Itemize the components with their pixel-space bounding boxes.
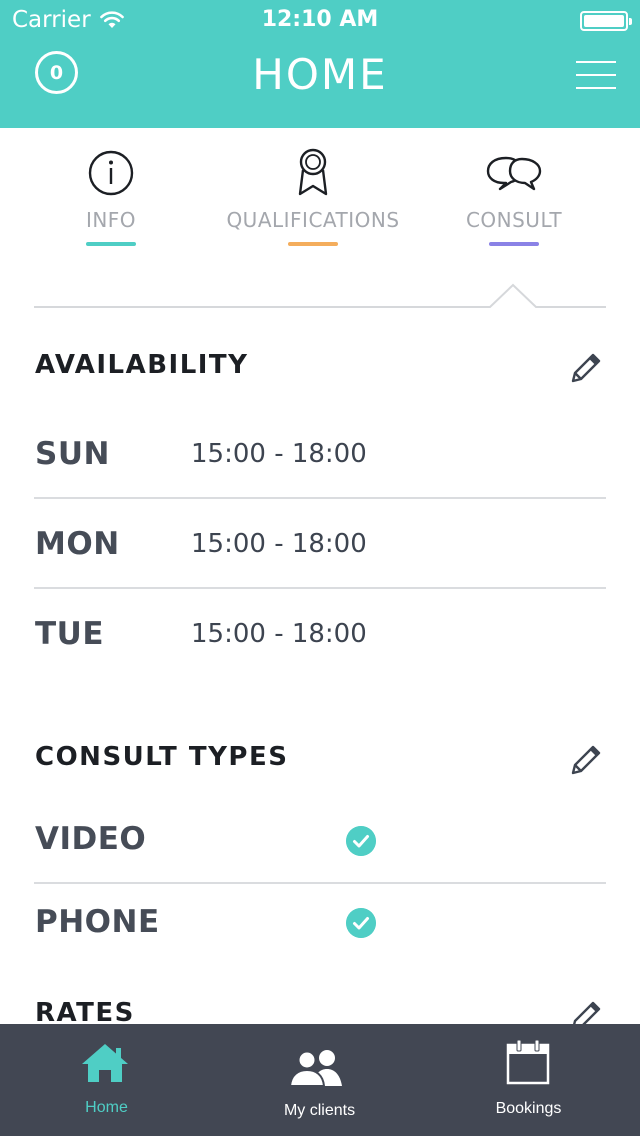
status-time: 12:10 AM	[261, 7, 379, 32]
availability-row-tue: TUE 15:00 - 18:00	[34, 589, 606, 679]
nav-home-label: Home	[85, 1099, 128, 1116]
edit-availability-icon[interactable]	[568, 350, 604, 386]
battery-icon	[580, 11, 632, 31]
ribbon-icon	[298, 148, 328, 196]
hours-value: 15:00 - 18:00	[191, 619, 367, 649]
nav-item-my-clients[interactable]: My clients	[213, 1024, 426, 1136]
tab-qualifications-label: QUALIFICATIONS	[226, 208, 400, 232]
consult-type-row-phone: PHONE	[34, 877, 606, 967]
app-header: Carrier 12:10 AM 0 HOME	[0, 0, 640, 128]
hours-value: 15:00 - 18:00	[191, 439, 367, 469]
consult-types-title: CONSULT TYPES	[35, 742, 289, 772]
day-label: MON	[35, 526, 120, 562]
page-title: HOME	[252, 50, 388, 99]
hours-value: 15:00 - 18:00	[191, 529, 367, 559]
check-circle-icon[interactable]	[346, 908, 376, 938]
availability-row-mon: MON 15:00 - 18:00	[34, 499, 606, 589]
edit-consult-types-icon[interactable]	[568, 742, 604, 778]
tab-info-underline	[86, 242, 136, 246]
calendar-icon	[506, 1039, 550, 1085]
hamburger-menu-icon[interactable]	[572, 57, 620, 93]
status-bar: Carrier 12:10 AM	[0, 0, 640, 40]
home-icon	[82, 1044, 128, 1082]
tab-divider-pointer	[34, 283, 606, 308]
day-label: SUN	[35, 436, 110, 472]
availability-row-sun: SUN 15:00 - 18:00	[34, 409, 606, 499]
consult-type-row-video: VIDEO	[34, 794, 606, 884]
day-label: TUE	[35, 616, 104, 652]
tab-qualifications[interactable]: QUALIFICATIONS	[203, 146, 423, 246]
users-icon	[288, 1050, 342, 1087]
tab-qualifications-underline	[288, 242, 338, 246]
tab-info[interactable]: INFO	[1, 146, 221, 246]
nav-bookings-label: Bookings	[495, 1100, 562, 1117]
check-circle-icon[interactable]	[346, 826, 376, 856]
tab-info-label: INFO	[85, 208, 137, 232]
tab-consult-underline	[489, 242, 539, 246]
tab-consult[interactable]: CONSULT	[404, 146, 624, 246]
chat-bubbles-icon	[486, 156, 542, 191]
bottom-nav: Home My clients Bookings	[0, 1024, 640, 1136]
nav-clients-label: My clients	[283, 1102, 356, 1119]
nav-item-bookings[interactable]: Bookings	[422, 1024, 635, 1136]
consult-type-label: VIDEO	[35, 821, 147, 857]
info-icon	[88, 150, 134, 196]
nav-item-home[interactable]: Home	[0, 1024, 213, 1136]
tab-consult-label: CONSULT	[465, 208, 563, 232]
consult-type-label: PHONE	[35, 904, 160, 940]
availability-title: AVAILABILITY	[35, 350, 249, 380]
